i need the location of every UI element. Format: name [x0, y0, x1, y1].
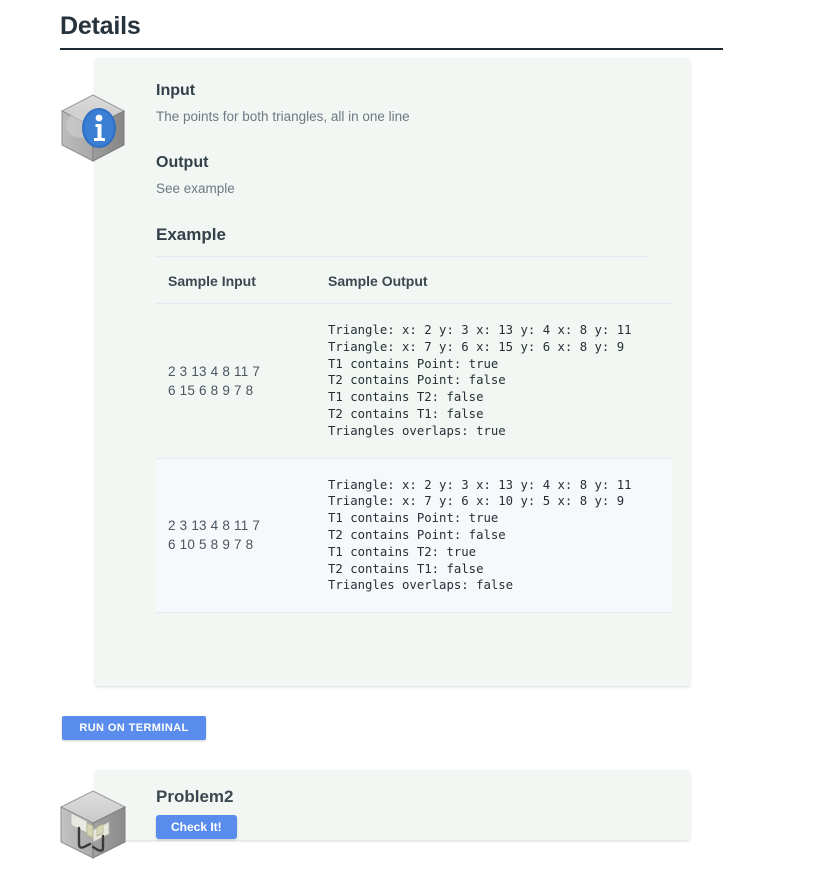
page-title: Details [60, 12, 141, 40]
run-on-terminal-button[interactable]: RUN ON TERMINAL [62, 716, 206, 740]
page-header: Details [60, 10, 723, 50]
problem-title: Problem2 [156, 787, 234, 806]
section-spacer-2 [156, 198, 656, 224]
sample-input-text: 2 3 13 4 8 11 7 6 10 5 8 9 7 8 [168, 518, 261, 553]
sample-input-text: 2 3 13 4 8 11 7 6 15 6 8 9 7 8 [168, 363, 261, 398]
input-heading: Input [156, 82, 196, 99]
example-heading: Example [156, 224, 648, 257]
output-description: See example [156, 181, 235, 196]
input-description: The points for both triangles, all in on… [156, 109, 410, 124]
table-row: 2 3 13 4 8 11 7 6 15 6 8 9 7 8 Triangle:… [156, 303, 672, 459]
example-table-head: Sample Input Sample Output [156, 257, 672, 304]
sample-output-text: Triangle: x: 2 y: 3 x: 13 y: 4 x: 8 y: 1… [328, 323, 632, 438]
sample-output-text: Triangle: x: 2 y: 3 x: 13 y: 4 x: 8 y: 1… [328, 477, 632, 593]
table-header-row: Sample Input Sample Output [156, 257, 672, 304]
example-table-body: 2 3 13 4 8 11 7 6 15 6 8 9 7 8 Triangle:… [156, 303, 672, 614]
sample-input-cell: 2 3 13 4 8 11 7 6 10 5 8 9 7 8 [156, 458, 316, 614]
problem-content: Problem2 Check It! [156, 786, 556, 839]
output-heading: Output [156, 154, 209, 171]
column-header-sample-input: Sample Input [156, 257, 316, 304]
table-row: 2 3 13 4 8 11 7 6 10 5 8 9 7 8 Triangle:… [156, 458, 672, 614]
sample-output-cell: Triangle: x: 2 y: 3 x: 13 y: 4 x: 8 y: 1… [316, 303, 672, 459]
example-table: Sample Input Sample Output 2 3 13 4 8 11… [156, 257, 672, 614]
sample-input-cell: 2 3 13 4 8 11 7 6 15 6 8 9 7 8 [156, 303, 316, 459]
check-it-button[interactable]: Check It! [156, 815, 237, 839]
title-divider [60, 48, 723, 50]
column-header-sample-output: Sample Output [316, 257, 672, 304]
sample-output-cell: Triangle: x: 2 y: 3 x: 13 y: 4 x: 8 y: 1… [316, 458, 672, 614]
details-content: Input The points for both triangles, all… [156, 80, 672, 614]
